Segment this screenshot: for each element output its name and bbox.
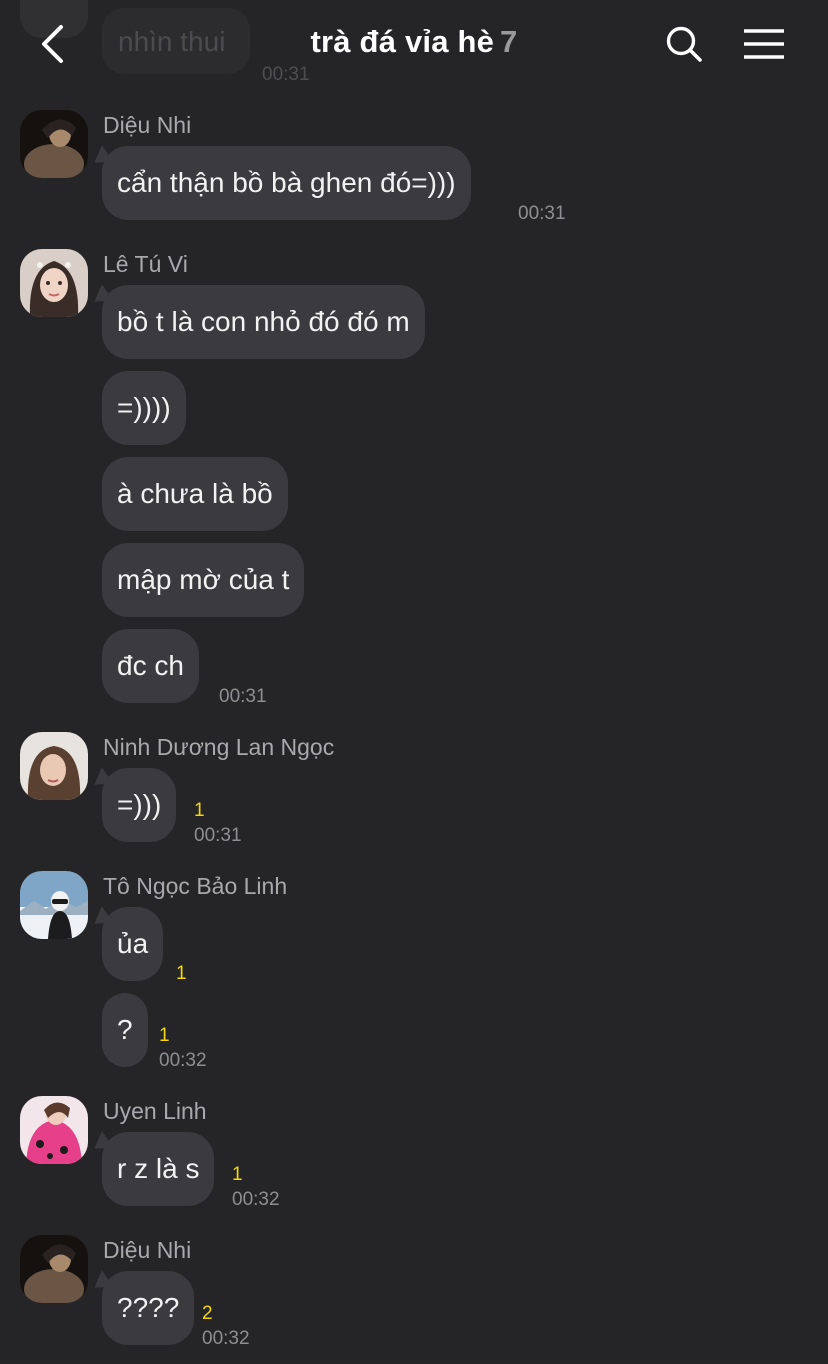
message-time: 00:32	[202, 1328, 250, 1349]
sender-name: Lê Tú Vi	[103, 251, 188, 277]
avatar[interactable]	[20, 732, 88, 800]
sender-name: Diệu Nhi	[103, 1237, 192, 1263]
unread-count: 2	[202, 1303, 213, 1324]
message-time: 00:32	[159, 1050, 207, 1071]
message-bubble[interactable]: ủa	[102, 907, 164, 981]
message-time: 00:31	[219, 686, 267, 707]
sender-name: Uyen Linh	[103, 1098, 207, 1124]
avatar-photo	[20, 110, 88, 178]
message-bubble[interactable]: ????	[102, 1271, 195, 1345]
group-name: trà đá vỉa hè	[310, 24, 495, 59]
avatar-photo	[20, 249, 88, 317]
avatar[interactable]	[20, 1235, 88, 1303]
unread-count: 1	[232, 1164, 243, 1185]
avatar-photo	[20, 1096, 88, 1164]
member-count: 7	[500, 24, 518, 59]
avatar-photo	[20, 1235, 88, 1303]
sender-name: Tô Ngọc Bảo Linh	[103, 873, 288, 899]
avatar[interactable]	[20, 110, 88, 178]
sender-name: Diệu Nhi	[103, 112, 192, 138]
menu-icon	[744, 29, 784, 59]
message-bubble[interactable]: cẩn thận bồ bà ghen đó=)))	[102, 146, 471, 220]
unread-count: 1	[159, 1025, 170, 1046]
avatar-photo	[20, 732, 88, 800]
message-bubble[interactable]: bồ t là con nhỏ đó đó m	[102, 285, 425, 359]
unread-count: 1	[194, 800, 205, 821]
avatar[interactable]	[20, 871, 88, 939]
chat-header: trà đá vỉa hè 7	[0, 0, 828, 90]
message-bubble[interactable]: r z là s	[102, 1132, 215, 1206]
avatar[interactable]	[20, 1096, 88, 1164]
message-time: 00:31	[194, 825, 242, 846]
message-bubble[interactable]: đc ch	[102, 629, 199, 703]
message-time: 00:32	[232, 1189, 280, 1210]
message-bubble[interactable]: =)))	[102, 768, 177, 842]
search-button[interactable]	[660, 20, 708, 68]
sender-name: Ninh Dương Lan Ngọc	[103, 734, 335, 760]
message-time: 00:31	[518, 203, 566, 224]
avatar[interactable]	[20, 249, 88, 317]
menu-button[interactable]	[738, 20, 790, 68]
search-icon	[666, 26, 702, 62]
message-bubble[interactable]: à chưa là bồ	[102, 457, 288, 531]
unread-count: 1	[176, 963, 187, 984]
avatar-photo	[20, 871, 88, 939]
message-bubble[interactable]: ?	[102, 993, 148, 1067]
message-bubble[interactable]: mập mờ của t	[102, 543, 305, 617]
message-bubble[interactable]: =))))	[102, 371, 186, 445]
